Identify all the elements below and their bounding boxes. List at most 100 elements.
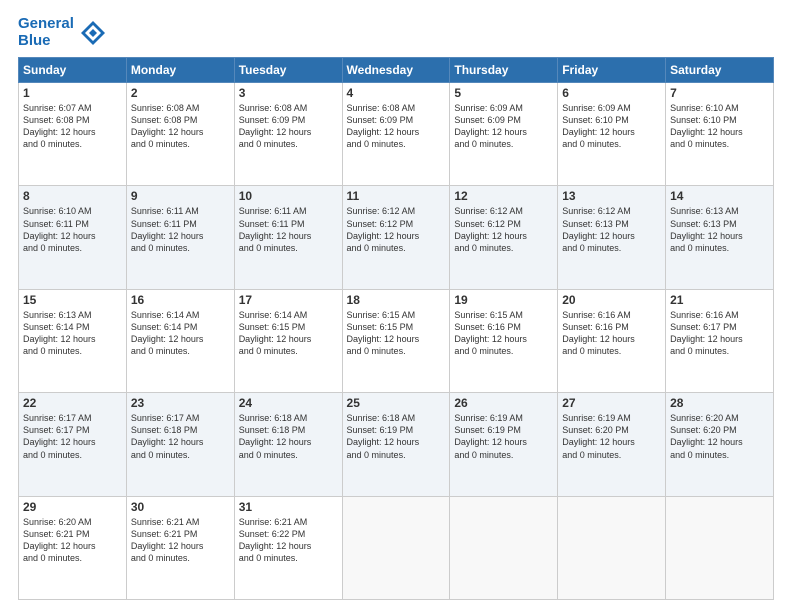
day-number: 26 xyxy=(454,396,553,410)
calendar-cell: 24 Sunrise: 6:18 AMSunset: 6:18 PMDayligh… xyxy=(234,393,342,496)
day-info: Sunrise: 6:13 AMSunset: 6:14 PMDaylight:… xyxy=(23,309,122,358)
day-info: Sunrise: 6:07 AMSunset: 6:08 PMDaylight:… xyxy=(23,102,122,151)
day-number: 12 xyxy=(454,189,553,203)
day-number: 4 xyxy=(347,86,446,100)
logo-icon xyxy=(79,19,107,47)
calendar-cell xyxy=(558,496,666,599)
day-header-wednesday: Wednesday xyxy=(342,58,450,83)
calendar-week-row: 1 Sunrise: 6:07 AMSunset: 6:08 PMDaylight… xyxy=(19,83,774,186)
day-header-saturday: Saturday xyxy=(666,58,774,83)
day-info: Sunrise: 6:19 AMSunset: 6:19 PMDaylight:… xyxy=(454,412,553,461)
calendar-table: SundayMondayTuesdayWednesdayThursdayFrid… xyxy=(18,57,774,600)
calendar-cell: 8 Sunrise: 6:10 AMSunset: 6:11 PMDaylight… xyxy=(19,186,127,289)
day-number: 28 xyxy=(670,396,769,410)
calendar-cell xyxy=(666,496,774,599)
calendar-cell: 6Sunrise: 6:09 AMSunset: 6:10 PMDaylight… xyxy=(558,83,666,186)
day-number: 11 xyxy=(347,189,446,203)
calendar-cell: 18 Sunrise: 6:15 AMSunset: 6:15 PMDayligh… xyxy=(342,289,450,392)
calendar-cell: 3 Sunrise: 6:08 AMSunset: 6:09 PMDaylight… xyxy=(234,83,342,186)
day-info: Sunrise: 6:09 AMSunset: 6:09 PMDaylight:… xyxy=(454,102,553,151)
day-info: Sunrise: 6:18 AMSunset: 6:18 PMDaylight:… xyxy=(239,412,338,461)
day-info: Sunrise: 6:11 AMSunset: 6:11 PMDaylight:… xyxy=(131,205,230,254)
calendar-cell: 26 Sunrise: 6:19 AMSunset: 6:19 PMDayligh… xyxy=(450,393,558,496)
calendar-cell: 7 Sunrise: 6:10 AMSunset: 6:10 PMDaylight… xyxy=(666,83,774,186)
calendar-cell: 19 Sunrise: 6:15 AMSunset: 6:16 PMDayligh… xyxy=(450,289,558,392)
calendar-cell: 30Sunrise: 6:21 AMSunset: 6:21 PMDayligh… xyxy=(126,496,234,599)
calendar-cell: 21 Sunrise: 6:16 AMSunset: 6:17 PMDayligh… xyxy=(666,289,774,392)
page: General Blue SundayMondayTuesdayWednesda… xyxy=(0,0,792,612)
calendar-cell: 22Sunrise: 6:17 AMSunset: 6:17 PMDayligh… xyxy=(19,393,127,496)
day-info: Sunrise: 6:14 AMSunset: 6:14 PMDaylight:… xyxy=(131,309,230,358)
calendar-cell: 5 Sunrise: 6:09 AMSunset: 6:09 PMDaylight… xyxy=(450,83,558,186)
day-number: 1 xyxy=(23,86,122,100)
calendar-week-row: 8 Sunrise: 6:10 AMSunset: 6:11 PMDaylight… xyxy=(19,186,774,289)
calendar-cell: 12Sunrise: 6:12 AMSunset: 6:12 PMDayligh… xyxy=(450,186,558,289)
day-info: Sunrise: 6:08 AMSunset: 6:08 PMDaylight:… xyxy=(131,102,230,151)
calendar-cell: 28 Sunrise: 6:20 AMSunset: 6:20 PMDayligh… xyxy=(666,393,774,496)
day-info: Sunrise: 6:16 AMSunset: 6:17 PMDaylight:… xyxy=(670,309,769,358)
calendar-cell: 14 Sunrise: 6:13 AMSunset: 6:13 PMDayligh… xyxy=(666,186,774,289)
calendar-cell: 29 Sunrise: 6:20 AMSunset: 6:21 PMDayligh… xyxy=(19,496,127,599)
calendar-cell xyxy=(342,496,450,599)
day-number: 17 xyxy=(239,293,338,307)
day-number: 31 xyxy=(239,500,338,514)
day-number: 29 xyxy=(23,500,122,514)
day-info: Sunrise: 6:20 AMSunset: 6:21 PMDaylight:… xyxy=(23,516,122,565)
header: General Blue xyxy=(18,16,774,49)
day-number: 8 xyxy=(23,189,122,203)
logo-line1: General xyxy=(18,16,74,33)
calendar-cell: 13Sunrise: 6:12 AMSunset: 6:13 PMDayligh… xyxy=(558,186,666,289)
day-header-tuesday: Tuesday xyxy=(234,58,342,83)
day-info: Sunrise: 6:08 AMSunset: 6:09 PMDaylight:… xyxy=(239,102,338,151)
day-info: Sunrise: 6:10 AMSunset: 6:11 PMDaylight:… xyxy=(23,205,122,254)
day-number: 3 xyxy=(239,86,338,100)
day-number: 2 xyxy=(131,86,230,100)
calendar-week-row: 15 Sunrise: 6:13 AMSunset: 6:14 PMDayligh… xyxy=(19,289,774,392)
day-info: Sunrise: 6:20 AMSunset: 6:20 PMDaylight:… xyxy=(670,412,769,461)
day-info: Sunrise: 6:13 AMSunset: 6:13 PMDaylight:… xyxy=(670,205,769,254)
calendar-cell: 9 Sunrise: 6:11 AMSunset: 6:11 PMDaylight… xyxy=(126,186,234,289)
day-header-sunday: Sunday xyxy=(19,58,127,83)
day-info: Sunrise: 6:15 AMSunset: 6:15 PMDaylight:… xyxy=(347,309,446,358)
calendar-cell: 4Sunrise: 6:08 AMSunset: 6:09 PMDaylight… xyxy=(342,83,450,186)
day-info: Sunrise: 6:17 AMSunset: 6:17 PMDaylight:… xyxy=(23,412,122,461)
day-header-monday: Monday xyxy=(126,58,234,83)
day-number: 15 xyxy=(23,293,122,307)
day-number: 18 xyxy=(347,293,446,307)
day-info: Sunrise: 6:10 AMSunset: 6:10 PMDaylight:… xyxy=(670,102,769,151)
logo: General Blue xyxy=(18,16,107,49)
logo-line2: Blue xyxy=(18,33,74,50)
day-number: 5 xyxy=(454,86,553,100)
calendar-cell xyxy=(450,496,558,599)
day-info: Sunrise: 6:16 AMSunset: 6:16 PMDaylight:… xyxy=(562,309,661,358)
day-info: Sunrise: 6:15 AMSunset: 6:16 PMDaylight:… xyxy=(454,309,553,358)
day-info: Sunrise: 6:19 AMSunset: 6:20 PMDaylight:… xyxy=(562,412,661,461)
calendar-cell: 20Sunrise: 6:16 AMSunset: 6:16 PMDayligh… xyxy=(558,289,666,392)
day-number: 9 xyxy=(131,189,230,203)
day-number: 23 xyxy=(131,396,230,410)
calendar-cell: 10Sunrise: 6:11 AMSunset: 6:11 PMDayligh… xyxy=(234,186,342,289)
calendar-header-row: SundayMondayTuesdayWednesdayThursdayFrid… xyxy=(19,58,774,83)
calendar-cell: 1 Sunrise: 6:07 AMSunset: 6:08 PMDaylight… xyxy=(19,83,127,186)
day-number: 7 xyxy=(670,86,769,100)
day-header-thursday: Thursday xyxy=(450,58,558,83)
day-number: 27 xyxy=(562,396,661,410)
day-number: 24 xyxy=(239,396,338,410)
day-info: Sunrise: 6:14 AMSunset: 6:15 PMDaylight:… xyxy=(239,309,338,358)
calendar-cell: 27 Sunrise: 6:19 AMSunset: 6:20 PMDayligh… xyxy=(558,393,666,496)
day-number: 6 xyxy=(562,86,661,100)
day-number: 19 xyxy=(454,293,553,307)
calendar-cell: 11 Sunrise: 6:12 AMSunset: 6:12 PMDayligh… xyxy=(342,186,450,289)
calendar-week-row: 22Sunrise: 6:17 AMSunset: 6:17 PMDayligh… xyxy=(19,393,774,496)
day-info: Sunrise: 6:11 AMSunset: 6:11 PMDaylight:… xyxy=(239,205,338,254)
calendar-week-row: 29 Sunrise: 6:20 AMSunset: 6:21 PMDayligh… xyxy=(19,496,774,599)
calendar-cell: 15 Sunrise: 6:13 AMSunset: 6:14 PMDayligh… xyxy=(19,289,127,392)
day-number: 30 xyxy=(131,500,230,514)
day-number: 14 xyxy=(670,189,769,203)
day-info: Sunrise: 6:12 AMSunset: 6:13 PMDaylight:… xyxy=(562,205,661,254)
day-info: Sunrise: 6:12 AMSunset: 6:12 PMDaylight:… xyxy=(347,205,446,254)
calendar-cell: 2 Sunrise: 6:08 AMSunset: 6:08 PMDaylight… xyxy=(126,83,234,186)
day-header-friday: Friday xyxy=(558,58,666,83)
calendar-cell: 31Sunrise: 6:21 AMSunset: 6:22 PMDayligh… xyxy=(234,496,342,599)
day-number: 21 xyxy=(670,293,769,307)
